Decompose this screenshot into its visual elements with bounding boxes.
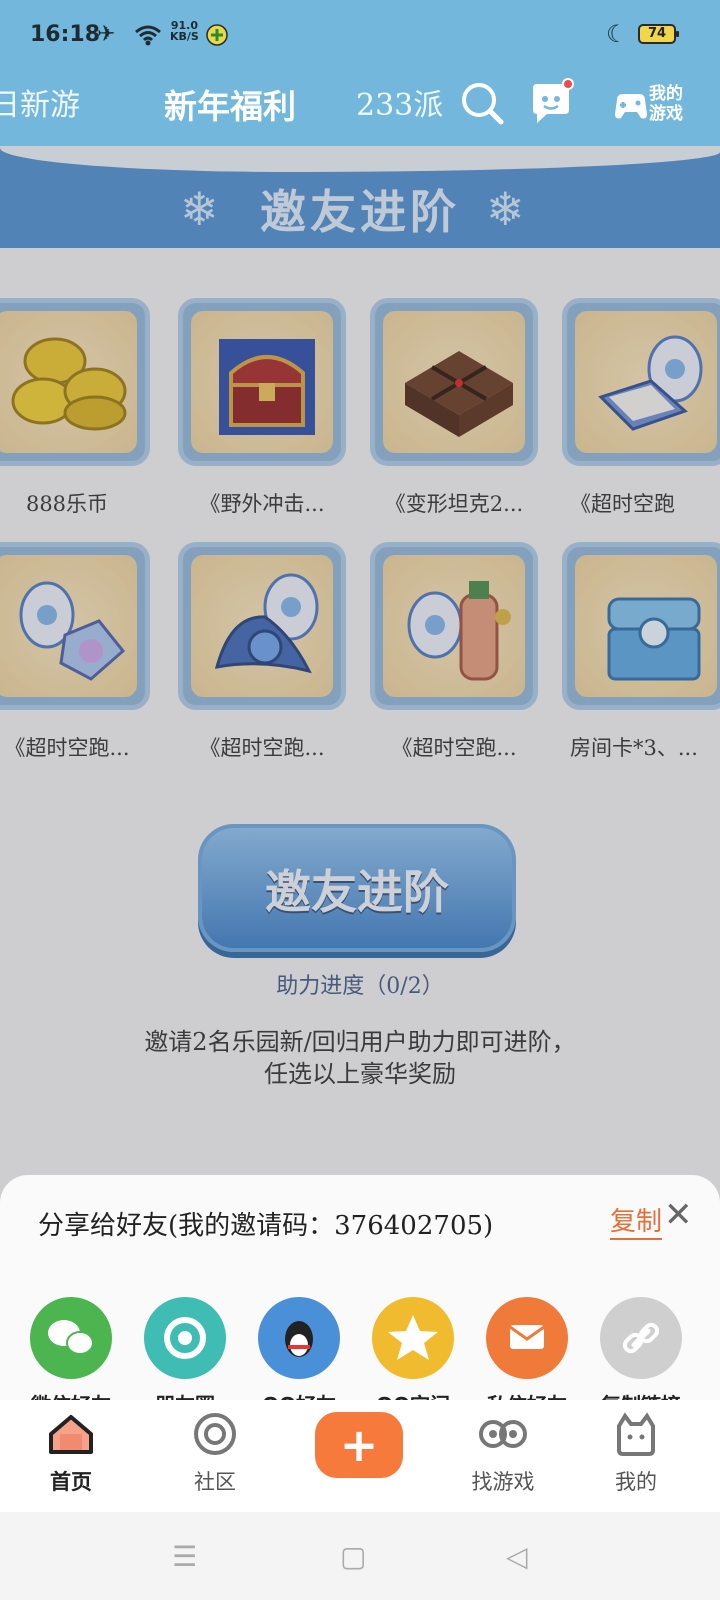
bottom-nav: 首页 社区 + 找游戏 我的 [0, 1400, 720, 1512]
share-wechat-friend[interactable]: 微信好友 [21, 1297, 121, 1400]
nav-label: 社区 [194, 1470, 236, 1494]
nav-label: 我的 [615, 1470, 657, 1494]
message-icon[interactable] [525, 78, 577, 130]
find-games-icon [479, 1420, 527, 1448]
nav-mine[interactable]: 我的 [581, 1412, 691, 1496]
publish-button[interactable]: + [315, 1412, 403, 1478]
tab-new-year-benefits[interactable]: 新年福利 [164, 80, 296, 128]
nav-community[interactable]: 社区 [160, 1412, 270, 1496]
tab-new-games[interactable]: 日新游 [0, 80, 80, 124]
link-icon [600, 1297, 682, 1379]
share-sheet: 分享给好友(我的邀请码：376402705) 复制 ✕ 微信好友 朋友圈 [0, 1175, 720, 1400]
home-icon [49, 1415, 93, 1454]
tab-label: 新年福利 [164, 87, 296, 126]
nav-label: 找游戏 [471, 1470, 535, 1494]
profile-icon [617, 1412, 655, 1456]
share-title: 分享给好友(我的邀请码：376402705) [38, 1211, 494, 1241]
tab-233-pai[interactable]: 233派 [356, 80, 443, 124]
copy-invite-code-button[interactable]: 复制 [610, 1201, 663, 1240]
share-copy-link[interactable]: 复制链接 [591, 1297, 691, 1400]
airplane-icon: ✈ [97, 22, 116, 47]
moments-icon [144, 1297, 226, 1379]
qq-icon [258, 1297, 340, 1379]
share-private-message[interactable]: 私信好友 [477, 1297, 577, 1400]
mail-icon [486, 1297, 568, 1379]
share-label: QQ空间 [363, 1389, 463, 1400]
close-icon[interactable]: ✕ [664, 1195, 693, 1235]
share-label: 私信好友 [477, 1389, 577, 1400]
gamepad-icon [615, 94, 647, 119]
my-games-button[interactable]: 我的游戏 [611, 80, 701, 132]
nav-label: 首页 [50, 1469, 92, 1494]
plus-badge-icon [206, 24, 228, 46]
plus-icon: + [339, 1418, 379, 1472]
share-label: 复制链接 [591, 1389, 691, 1400]
net-speed-unit: KB/S [170, 30, 199, 43]
share-label: 朋友圈 [135, 1389, 235, 1400]
share-qq-friend[interactable]: QQ好友 [249, 1297, 349, 1400]
net-speed: 91.0 KB/S [170, 20, 199, 42]
moon-icon: ☾ [606, 20, 628, 48]
qzone-icon [372, 1297, 454, 1379]
nav-home[interactable]: 首页 [16, 1412, 126, 1496]
system-nav-bar: ☰ ▢ ◁ [0, 1512, 720, 1600]
nav-find-games[interactable]: 找游戏 [448, 1412, 558, 1496]
home-square-icon[interactable]: ▢ [340, 1540, 366, 1573]
share-qzone[interactable]: QQ空间 [363, 1297, 463, 1400]
battery-indicator: 74 [638, 24, 679, 44]
back-icon[interactable]: ◁ [506, 1540, 528, 1573]
top-nav: 日新游 新年福利 233派 我的游戏 [0, 72, 720, 146]
my-games-label: 我的游戏 [649, 84, 683, 124]
tab-label: 233派 [356, 88, 444, 123]
status-time: 16:18 [30, 22, 101, 47]
community-icon [194, 1413, 236, 1455]
share-label: 微信好友 [21, 1389, 121, 1400]
status-bar: 16:18 ✈ 91.0 KB/S ☾ 74 [0, 0, 720, 72]
menu-icon[interactable]: ☰ [172, 1540, 197, 1573]
tab-label: 日新游 [0, 88, 80, 123]
search-icon[interactable] [457, 78, 509, 130]
wifi-icon [135, 25, 161, 46]
share-moments[interactable]: 朋友圈 [135, 1297, 235, 1400]
wechat-icon [30, 1297, 112, 1379]
share-label: QQ好友 [249, 1389, 349, 1400]
